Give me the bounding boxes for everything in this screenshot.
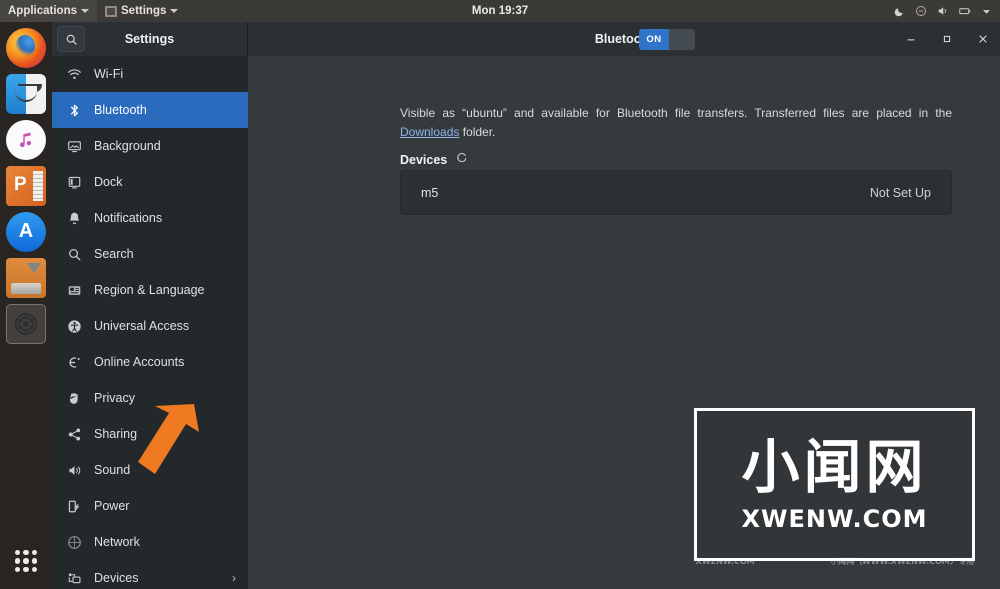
sidebar-item-label: Search	[94, 247, 134, 261]
description-text-before: Visible as “ubuntu” and available for Bl…	[400, 106, 952, 120]
sidebar-item-label: Notifications	[94, 211, 163, 225]
sidebar-item-notifications[interactable]: Notifications	[52, 200, 248, 236]
sidebar-item-universal-access[interactable]: Universal Access	[52, 308, 248, 344]
sidebar-item-label: Wi-Fi	[94, 67, 124, 81]
network-icon	[66, 534, 82, 550]
sidebar-item-devices[interactable]: Devices ›	[52, 560, 248, 589]
watermark-english-text: XWENW.COM	[741, 505, 928, 533]
window-headerbar: Settings Bluetooth ON	[52, 22, 1000, 56]
search-icon	[66, 34, 77, 45]
sidebar-item-label: Region & Language	[94, 283, 205, 297]
dock-item-firefox[interactable]	[6, 28, 46, 68]
bluetooth-toggle[interactable]: ON	[639, 28, 696, 50]
watermark: 小闻网 XWENW.COM	[694, 408, 975, 561]
maximize-button[interactable]	[940, 32, 954, 46]
status-area[interactable]	[894, 0, 996, 22]
chevron-down-icon	[81, 9, 90, 13]
volume-icon[interactable]	[936, 5, 949, 17]
dock-item-settings[interactable]	[6, 304, 46, 344]
applications-menu[interactable]: Applications	[0, 0, 98, 22]
watermark-chinese-text: 小闻网	[741, 433, 928, 501]
close-button[interactable]	[976, 32, 990, 46]
sidebar-item-label: Network	[94, 535, 140, 549]
settings-sidebar[interactable]: Wi-Fi Bluetooth Background Dock Notifica…	[52, 56, 248, 589]
sound-icon	[66, 462, 82, 478]
device-status: Not Set Up	[869, 185, 931, 200]
dock-item-appstore[interactable]	[6, 212, 46, 252]
bell-icon	[66, 210, 82, 226]
sidebar-item-search[interactable]: Search	[52, 236, 248, 272]
bluetooth-description: Visible as “ubuntu” and available for Bl…	[400, 104, 952, 142]
search-icon	[66, 246, 82, 262]
system-menu-chevron-icon[interactable]	[981, 6, 992, 17]
sidebar-item-online-accounts[interactable]: Online Accounts	[52, 344, 248, 380]
dock-icon	[66, 174, 82, 190]
sharing-icon	[66, 426, 82, 442]
devices-heading: Devices	[400, 152, 448, 167]
devices-icon	[66, 570, 82, 586]
chevron-down-icon	[170, 9, 179, 13]
sidebar-item-sharing[interactable]: Sharing	[52, 416, 248, 452]
dock-item-finder[interactable]	[6, 74, 46, 114]
downloads-link[interactable]: Downloads	[400, 125, 459, 139]
settings-app-menu[interactable]: Settings	[97, 0, 186, 22]
online-accounts-icon	[66, 354, 82, 370]
universal-access-icon	[66, 318, 82, 334]
bluetooth-toggle-state: ON	[639, 28, 670, 50]
dock-item-install-media[interactable]	[6, 258, 46, 298]
night-light-icon[interactable]	[894, 5, 906, 17]
show-applications-button[interactable]	[6, 541, 46, 581]
privacy-icon	[66, 390, 82, 406]
background-icon	[66, 138, 82, 154]
sidebar-item-network[interactable]: Network	[52, 524, 248, 560]
wifi-icon	[66, 66, 82, 82]
sidebar-item-label: Background	[94, 139, 161, 153]
sidebar-item-region-language[interactable]: Region & Language	[52, 272, 248, 308]
sidebar-item-label: Power	[94, 499, 130, 513]
dock-item-music[interactable]	[6, 120, 46, 160]
device-name: m5	[421, 185, 439, 200]
battery-icon[interactable]	[958, 5, 972, 17]
sidebar-item-label: Devices	[94, 571, 139, 585]
sidebar-item-label: Sound	[94, 463, 131, 477]
power-icon	[66, 498, 82, 514]
gnome-top-bar: Applications Settings Mon 19:37	[0, 0, 1000, 22]
sidebar-item-label: Dock	[94, 175, 123, 189]
applications-menu-label: Applications	[8, 5, 78, 17]
minimize-button[interactable]	[904, 32, 918, 46]
sidebar-item-bluetooth[interactable]: Bluetooth	[52, 92, 248, 128]
devices-heading-row: Devices	[400, 152, 468, 167]
accessibility-icon[interactable]	[915, 5, 927, 17]
settings-app-menu-label: Settings	[121, 5, 167, 17]
sidebar-item-wifi[interactable]: Wi-Fi	[52, 56, 248, 92]
sidebar-item-label: Online Accounts	[94, 355, 185, 369]
settings-icon	[14, 312, 38, 336]
headerbar-main-section: Bluetooth ON	[248, 22, 1000, 56]
sidebar-item-label: Sharing	[94, 427, 138, 441]
page-title: Bluetooth	[594, 32, 654, 46]
region-language-icon	[66, 282, 82, 298]
bluetooth-icon	[66, 102, 82, 118]
devices-list[interactable]: m5 Not Set Up	[400, 170, 952, 215]
sidebar-item-dock[interactable]: Dock	[52, 164, 248, 200]
sidebar-item-label: Privacy	[94, 391, 135, 405]
sidebar-item-label: Universal Access	[94, 319, 190, 333]
description-text-after: folder.	[459, 125, 496, 139]
dock-item-presentation[interactable]	[6, 166, 46, 206]
sidebar-item-sound[interactable]: Sound	[52, 452, 248, 488]
sidebar-item-privacy[interactable]: Privacy	[52, 380, 248, 416]
ubuntu-dock[interactable]	[0, 22, 52, 589]
refresh-spinner-icon	[456, 152, 468, 167]
table-row[interactable]: m5 Not Set Up	[401, 171, 951, 214]
headerbar-sidebar-section: Settings	[52, 22, 248, 56]
chevron-right-icon: ›	[232, 571, 236, 585]
sidebar-item-power[interactable]: Power	[52, 488, 248, 524]
window-controls[interactable]	[904, 32, 990, 46]
search-button[interactable]	[57, 26, 85, 52]
sidebar-item-label: Bluetooth	[94, 103, 147, 117]
sidebar-item-background[interactable]: Background	[52, 128, 248, 164]
app-window-icon	[105, 5, 118, 17]
